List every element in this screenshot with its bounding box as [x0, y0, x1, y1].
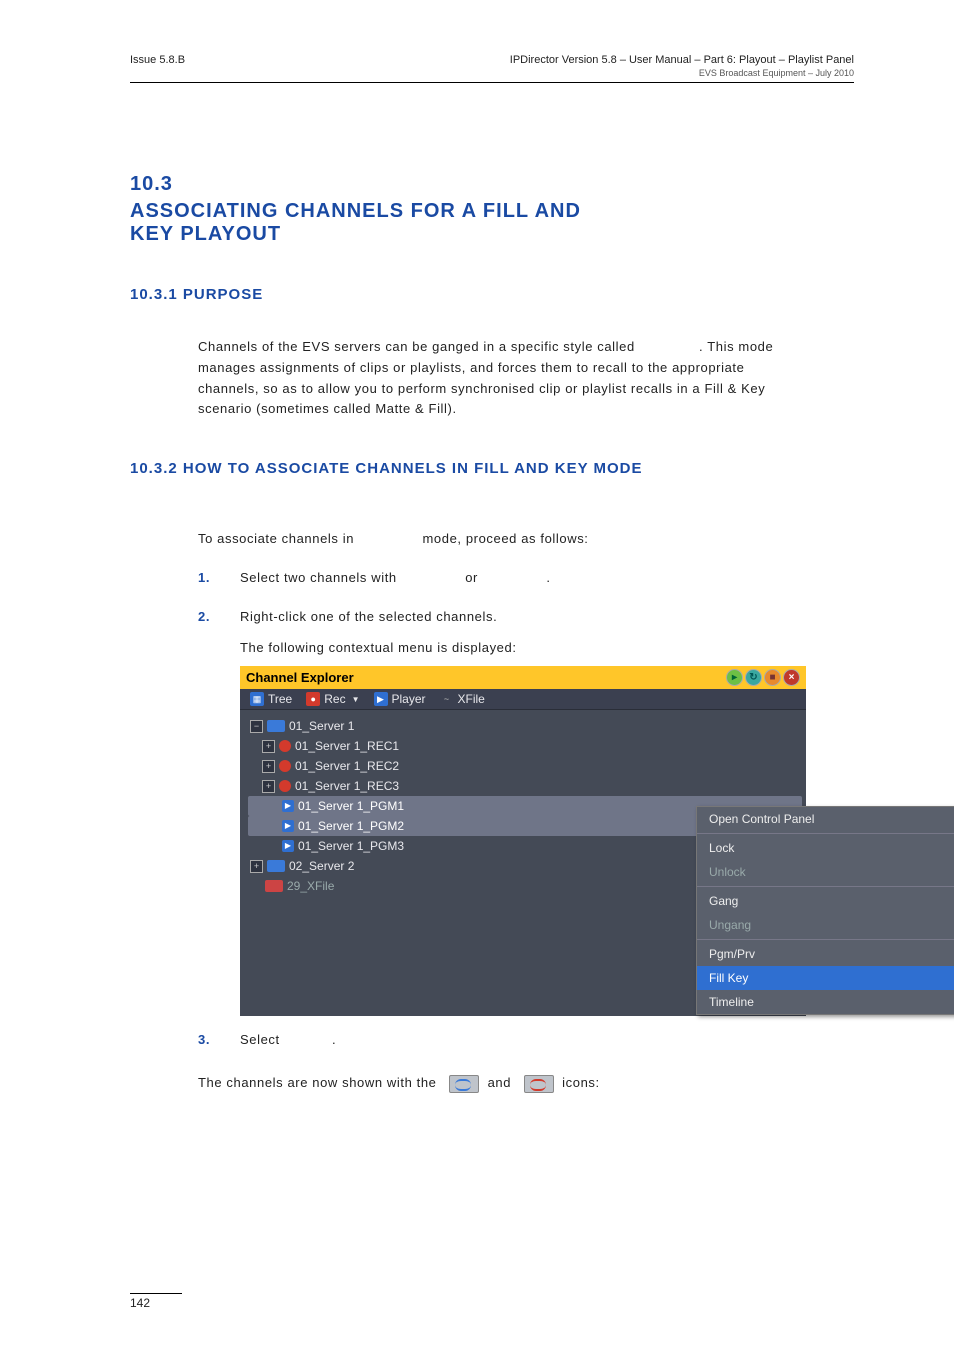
- server-icon: [267, 720, 285, 732]
- header-doc-sub: EVS Broadcast Equipment – July 2010: [510, 68, 854, 78]
- step-1-end: .: [546, 570, 550, 585]
- step-1: 1. Select two channels with or .: [198, 568, 778, 589]
- step-3-a: Select: [240, 1032, 280, 1047]
- step-1-num: 1.: [198, 568, 240, 589]
- ctx-open-control-panel[interactable]: Open Control Panel: [697, 807, 954, 831]
- ctx-ungang: Ungang: [697, 913, 954, 937]
- ctx-timeline[interactable]: Timeline: [697, 990, 954, 1014]
- expand-icon[interactable]: +: [262, 760, 275, 773]
- step-2: 2. Right-click one of the selected chann…: [198, 607, 778, 628]
- ctx-lock[interactable]: Lock: [697, 836, 954, 860]
- step-1-mid: or: [465, 570, 478, 585]
- ctx-separator: [697, 939, 954, 940]
- result-end: icons:: [562, 1075, 600, 1090]
- channel-tree: − 01_Server 1 +01_Server 1_REC1 +01_Serve…: [240, 710, 806, 1016]
- tree-xfile-label: 29_XFile: [287, 877, 334, 895]
- header-issue: Issue 5.8.B: [130, 54, 185, 66]
- toolbar-tree-label: Tree: [268, 692, 292, 706]
- toolbar-rec[interactable]: ● Rec ▼: [302, 692, 363, 706]
- chevron-down-icon: ▼: [352, 695, 360, 704]
- rec-dot-icon: [279, 740, 291, 752]
- channel-explorer-toolbar: ▦ Tree ● Rec ▼ ▶ Player ~ XFile: [240, 689, 806, 710]
- tree-rec1-label: 01_Server 1_REC1: [295, 737, 399, 755]
- section-title-line1: ASSOCIATING CHANNELS FOR A FILL AND: [130, 200, 854, 223]
- result-a: The channels are now shown with the: [198, 1075, 437, 1090]
- collapse-icon[interactable]: −: [250, 720, 263, 733]
- tree-rec1[interactable]: +01_Server 1_REC1: [248, 736, 802, 756]
- subsection-purpose: 10.3.1 PURPOSE: [130, 286, 854, 303]
- ctx-fillkey[interactable]: Fill Key: [697, 966, 954, 990]
- rec-dot-icon: [279, 780, 291, 792]
- step-1-a: Select two channels with: [240, 570, 397, 585]
- leadin-line: To associate channels in mode, proceed a…: [198, 529, 778, 550]
- header-rule: [130, 82, 854, 83]
- fill-icon: [449, 1075, 479, 1093]
- ctx-pgmprv[interactable]: Pgm/Prv: [697, 942, 954, 966]
- xfile-icon: ~: [440, 692, 454, 706]
- toolbar-player-label: Player: [392, 692, 426, 706]
- tree-rec3[interactable]: +01_Server 1_REC3: [248, 776, 802, 796]
- xfile-badge-icon: [265, 880, 283, 892]
- tree-rec2-label: 01_Server 1_REC2: [295, 757, 399, 775]
- play-icon: ▶: [282, 820, 294, 832]
- section-title-line2: KEY PLAYOUT: [130, 223, 854, 246]
- section-number: 10.3: [130, 173, 854, 196]
- titlebar-btn-2[interactable]: ↻: [745, 669, 762, 686]
- tree-pgm3-label: 01_Server 1_PGM3: [298, 837, 404, 855]
- header-doc-title: IPDirector Version 5.8 – User Manual – P…: [510, 54, 854, 66]
- leadin-b: mode, proceed as follows:: [422, 531, 588, 546]
- player-icon: ▶: [374, 692, 388, 706]
- ctx-separator: [697, 833, 954, 834]
- tree-rec3-label: 01_Server 1_REC3: [295, 777, 399, 795]
- key-icon: [524, 1075, 554, 1093]
- tree-server-1-label: 01_Server 1: [289, 717, 354, 735]
- step-2-num: 2.: [198, 607, 240, 628]
- server-icon: [267, 860, 285, 872]
- expand-icon[interactable]: +: [262, 740, 275, 753]
- tree-rec2[interactable]: +01_Server 1_REC2: [248, 756, 802, 776]
- step-3-end: .: [332, 1032, 336, 1047]
- channel-explorer-titlebar: Channel Explorer ▸ ↻ ■ ×: [240, 666, 806, 689]
- titlebar-btn-1[interactable]: ▸: [726, 669, 743, 686]
- titlebar-btn-3[interactable]: ■: [764, 669, 781, 686]
- tree-server-1[interactable]: − 01_Server 1: [248, 716, 802, 736]
- step-2-follow: The following contextual menu is display…: [240, 638, 780, 659]
- channel-explorer-title: Channel Explorer: [246, 670, 354, 685]
- ctx-gang[interactable]: Gang: [697, 889, 954, 913]
- subsection-howto: 10.3.2 HOW TO ASSOCIATE CHANNELS IN FILL…: [130, 460, 854, 477]
- tree-pgm2-label: 01_Server 1_PGM2: [298, 817, 404, 835]
- purpose-text-a: Channels of the EVS servers can be gange…: [198, 339, 635, 354]
- context-menu: Open Control Panel Lock Unlock Gang Unga…: [696, 806, 954, 1015]
- ctx-unlock: Unlock: [697, 860, 954, 884]
- purpose-paragraph: Channels of the EVS servers can be gange…: [198, 337, 778, 420]
- toolbar-xfile[interactable]: ~ XFile: [436, 692, 489, 706]
- step-3: 3. Select .: [198, 1030, 778, 1051]
- close-icon[interactable]: ×: [783, 669, 800, 686]
- leadin-a: To associate channels in: [198, 531, 354, 546]
- expand-icon[interactable]: +: [250, 860, 263, 873]
- toolbar-player[interactable]: ▶ Player: [370, 692, 430, 706]
- rec-icon: ●: [306, 692, 320, 706]
- rec-dot-icon: [279, 760, 291, 772]
- footer-rule: [130, 1293, 182, 1294]
- toolbar-rec-label: Rec: [324, 692, 345, 706]
- play-icon: ▶: [282, 800, 294, 812]
- toolbar-xfile-label: XFile: [458, 692, 485, 706]
- play-icon: ▶: [282, 840, 294, 852]
- toolbar-tree[interactable]: ▦ Tree: [246, 692, 296, 706]
- step-2-text: Right-click one of the selected channels…: [240, 607, 778, 628]
- step-3-num: 3.: [198, 1030, 240, 1051]
- page-number: 142: [130, 1296, 150, 1310]
- tree-icon: ▦: [250, 692, 264, 706]
- result-line: The channels are now shown with the and …: [198, 1073, 798, 1094]
- result-mid: and: [488, 1075, 512, 1090]
- expand-icon[interactable]: +: [262, 780, 275, 793]
- tree-pgm1-label: 01_Server 1_PGM1: [298, 797, 404, 815]
- tree-server-2-label: 02_Server 2: [289, 857, 354, 875]
- ctx-separator: [697, 886, 954, 887]
- channel-explorer-screenshot: Channel Explorer ▸ ↻ ■ × ▦ Tree ● Rec ▼ ▶ Pl…: [240, 666, 806, 1016]
